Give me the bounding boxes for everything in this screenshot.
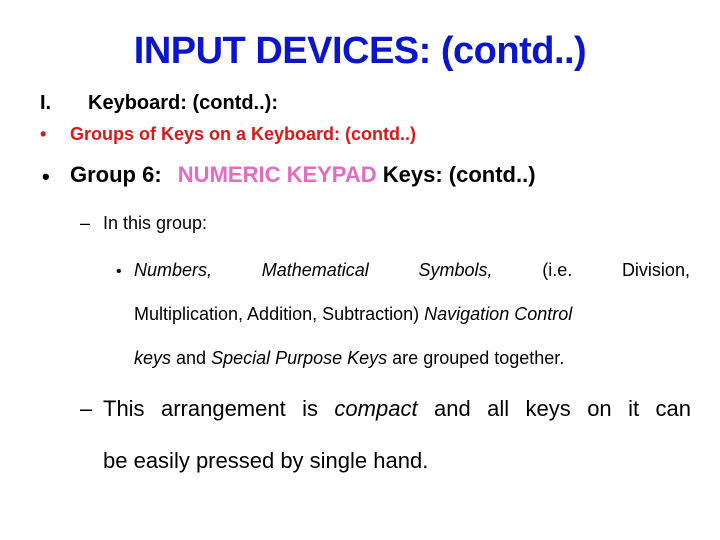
word: (i.e.	[542, 260, 573, 280]
word: Symbols,	[418, 260, 493, 280]
group-suffix: Keys: (contd..)	[382, 162, 536, 187]
word: Numbers,	[134, 260, 213, 280]
word: it	[628, 396, 640, 421]
dash-icon: –	[80, 396, 93, 421]
point-arrangement-line-2: be easily pressed by single hand.	[103, 448, 429, 473]
detail-line-2: Multiplication, Addition, Subtraction) N…	[134, 304, 572, 325]
word: This	[103, 396, 145, 421]
detail-line-1: Numbers, Mathematical Symbols, (i.e. Div…	[134, 260, 690, 281]
section-label: Keyboard: (contd..):	[88, 92, 278, 114]
word: all	[487, 396, 510, 421]
italic-text: Special Purpose Keys	[211, 348, 388, 368]
bullet-icon: •	[42, 164, 50, 189]
dash-icon: –	[80, 213, 91, 233]
group-heading: Group 6: NUMERIC KEYPAD Keys: (contd..)	[70, 162, 536, 188]
italic-text: keys	[134, 348, 172, 368]
detail-line-3: keys and Special Purpose Keys are groupe…	[134, 348, 564, 369]
word: Division,	[621, 260, 690, 280]
italic-text: Navigation Control	[424, 304, 573, 324]
text: Multiplication, Addition, Subtraction)	[134, 304, 425, 324]
word: arrangement	[160, 396, 286, 421]
point-arrangement-line-1: This arrangement is compact and all keys…	[103, 396, 691, 422]
subheading: Groups of Keys on a Keyboard: (contd..)	[70, 124, 417, 144]
word: can	[655, 396, 691, 421]
bullet-icon: •	[116, 263, 122, 280]
text: are grouped together.	[387, 348, 565, 368]
section-number: I.	[40, 92, 52, 114]
word: and	[433, 396, 471, 421]
word: is	[302, 396, 319, 421]
point-in-this-group: In this group:	[103, 213, 208, 233]
word: compact	[334, 396, 418, 421]
text: and	[171, 348, 212, 368]
bullet-icon: •	[40, 124, 47, 144]
slide-title: INPUT DEVICES: (contd..)	[133, 30, 587, 72]
group-prefix: Group 6:	[70, 162, 162, 187]
word: on	[587, 396, 612, 421]
word: keys	[525, 396, 571, 421]
group-highlight: NUMERIC KEYPAD	[177, 162, 377, 187]
word: Mathematical	[261, 260, 369, 280]
